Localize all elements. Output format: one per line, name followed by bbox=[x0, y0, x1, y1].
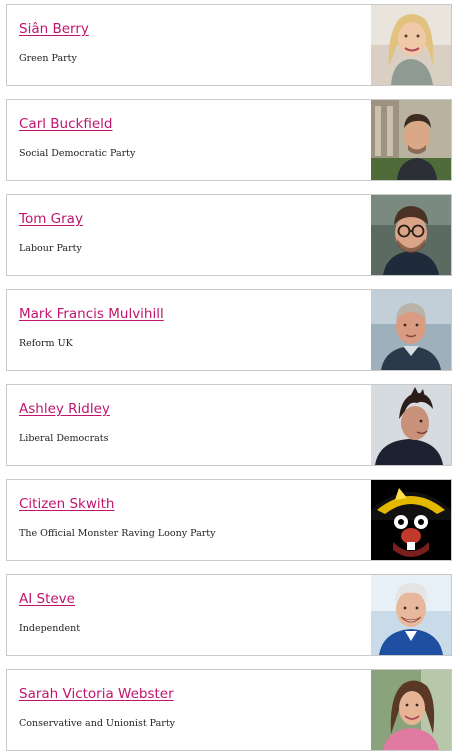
candidate-name-link[interactable]: Siân Berry bbox=[19, 21, 89, 37]
candidate-party: Liberal Democrats bbox=[19, 433, 109, 444]
candidate-party: Labour Party bbox=[19, 243, 82, 254]
candidate-party: Conservative and Unionist Party bbox=[19, 718, 176, 729]
candidate-photo[interactable] bbox=[371, 195, 451, 275]
candidate-photo[interactable] bbox=[371, 480, 451, 560]
candidate-name-link[interactable]: Ashley Ridley bbox=[19, 401, 110, 417]
candidate-party: Independent bbox=[19, 623, 81, 634]
candidate-photo[interactable] bbox=[371, 100, 451, 180]
candidate-card: AI Steve Independent bbox=[6, 574, 452, 656]
candidate-card: Tom Gray Labour Party bbox=[6, 194, 452, 276]
candidate-photo[interactable] bbox=[371, 290, 451, 370]
candidate-photo[interactable] bbox=[371, 385, 451, 465]
candidate-name-link[interactable]: AI Steve bbox=[19, 591, 75, 607]
candidate-name-link[interactable]: Carl Buckfield bbox=[19, 116, 112, 132]
candidate-card: Sarah Victoria Webster Conservative and … bbox=[6, 669, 452, 751]
candidate-photo[interactable] bbox=[371, 670, 451, 750]
candidate-card: Ashley Ridley Liberal Democrats bbox=[6, 384, 452, 466]
candidate-list: Siân Berry Green Party Carl Buckfield So… bbox=[6, 4, 452, 751]
candidate-card: Siân Berry Green Party bbox=[6, 4, 452, 86]
candidate-party: The Official Monster Raving Loony Party bbox=[19, 528, 216, 539]
candidate-party: Reform UK bbox=[19, 338, 73, 349]
candidate-photo[interactable] bbox=[371, 575, 451, 655]
candidate-name-link[interactable]: Citizen Skwith bbox=[19, 496, 115, 512]
candidate-card: Carl Buckfield Social Democratic Party bbox=[6, 99, 452, 181]
candidate-card: Citizen Skwith The Official Monster Ravi… bbox=[6, 479, 452, 561]
candidate-card: Mark Francis Mulvihill Reform UK bbox=[6, 289, 452, 371]
candidate-party: Social Democratic Party bbox=[19, 148, 136, 159]
candidate-name-link[interactable]: Mark Francis Mulvihill bbox=[19, 306, 164, 322]
candidate-name-link[interactable]: Tom Gray bbox=[19, 211, 83, 227]
candidate-party: Green Party bbox=[19, 53, 77, 64]
candidate-photo[interactable] bbox=[371, 5, 451, 85]
candidate-name-link[interactable]: Sarah Victoria Webster bbox=[19, 686, 174, 702]
